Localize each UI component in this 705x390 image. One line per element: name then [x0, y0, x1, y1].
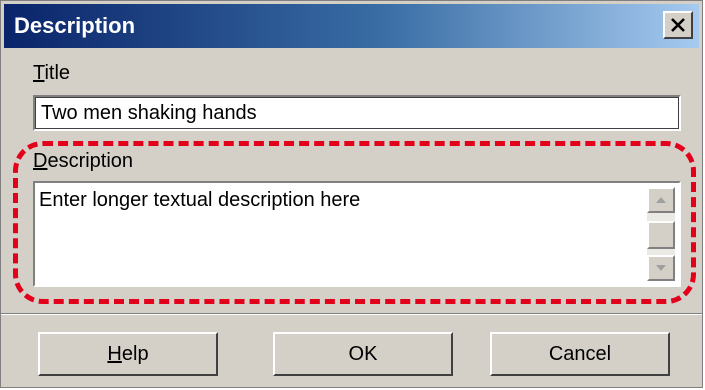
title-bar: Description [4, 4, 699, 48]
scroll-up-arrow-icon [656, 197, 666, 203]
scrollbar-thumb[interactable] [647, 221, 675, 249]
scroll-down-arrow-icon [656, 265, 666, 271]
help-button[interactable]: Help [38, 332, 218, 376]
scroll-up-button[interactable] [647, 187, 675, 213]
description-text[interactable]: Enter longer textual description here [39, 189, 639, 212]
vertical-scrollbar[interactable] [647, 187, 675, 281]
description-textarea[interactable]: Enter longer textual description here [33, 181, 681, 287]
button-divider [1, 313, 702, 315]
dialog-title: Description [14, 13, 136, 38]
description-label: Description [33, 150, 134, 172]
close-icon [671, 18, 685, 32]
ok-button[interactable]: OK [273, 332, 453, 376]
scroll-down-button[interactable] [647, 255, 675, 281]
title-label: Title [33, 62, 71, 84]
title-input[interactable]: Two men shaking hands [33, 95, 681, 131]
close-button[interactable] [663, 11, 693, 39]
description-dialog: Description Title Two men shaking hands … [0, 0, 703, 388]
cancel-button[interactable]: Cancel [490, 332, 670, 376]
